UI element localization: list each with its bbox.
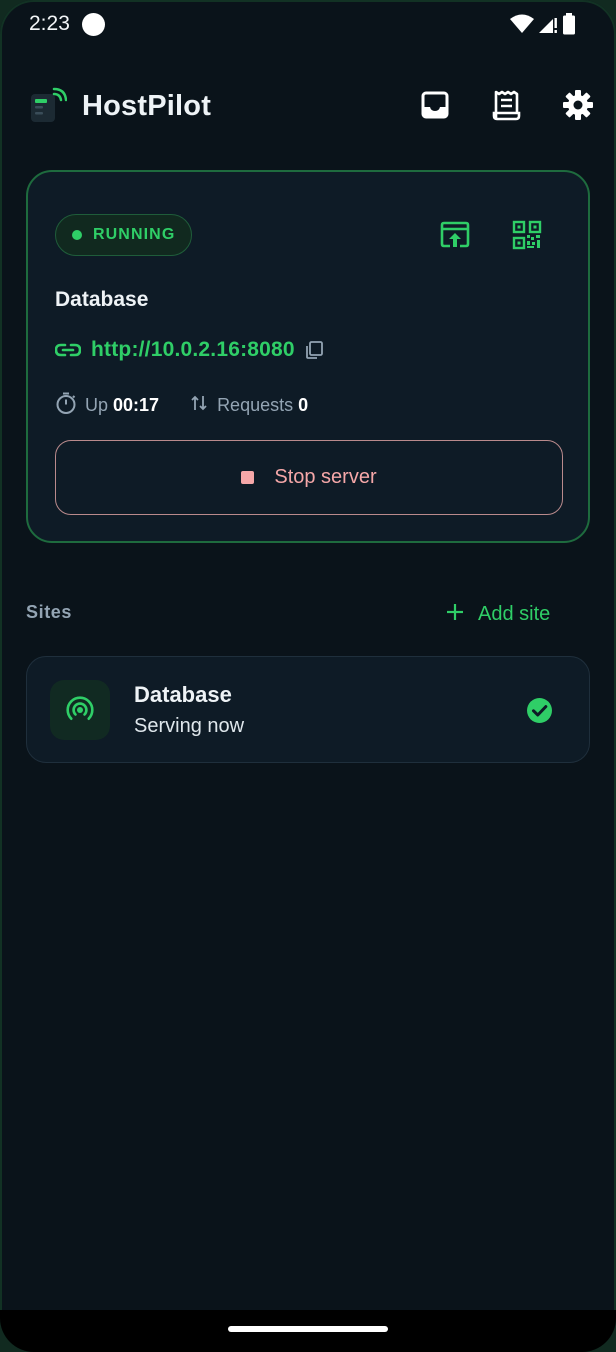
status-icons <box>510 13 576 35</box>
inbox-icon <box>421 91 449 119</box>
server-site-name: Database <box>55 288 149 311</box>
settings-button[interactable] <box>561 88 595 122</box>
server-stats: Up 00:17 Requests 0 <box>55 391 308 419</box>
stop-icon <box>241 471 255 484</box>
server-url-row: http://10.0.2.16:8080 <box>55 334 323 366</box>
uptime-label: Up <box>85 394 109 415</box>
open-in-browser-button[interactable] <box>438 218 472 252</box>
open-in-browser-icon <box>440 221 470 248</box>
sites-section-header: Sites <box>26 602 73 622</box>
stop-server-label: Stop server <box>274 466 377 488</box>
swap-vert-icon <box>189 393 209 418</box>
site-icon-container <box>50 680 110 740</box>
inbox-button[interactable] <box>418 88 452 122</box>
server-url-link[interactable]: http://10.0.2.16:8080 <box>91 338 295 362</box>
site-item-subtitle: Serving now <box>134 715 245 737</box>
uptime-stat: Up 00:17 <box>55 392 159 419</box>
cell-signal-icon <box>538 14 558 34</box>
uptime-value: 00:17 <box>113 394 160 415</box>
stop-server-button[interactable]: Stop server <box>55 440 563 515</box>
site-item-title: Database <box>134 682 232 707</box>
status-bar: 2:23 <box>0 0 616 52</box>
timer-icon <box>55 392 77 419</box>
wifi-icon <box>510 14 534 34</box>
battery-icon <box>562 13 576 35</box>
check-circle-icon <box>526 697 553 724</box>
status-dot-icon <box>72 230 82 240</box>
requests-value: 0 <box>298 394 309 415</box>
plus-icon <box>446 603 464 626</box>
receipt-icon <box>492 90 521 121</box>
site-list-item[interactable]: Database Serving now <box>26 656 590 763</box>
qr-code-button[interactable] <box>510 218 544 252</box>
qr-code-icon <box>512 220 542 250</box>
app-title: HostPilot <box>82 90 212 122</box>
system-nav-bar <box>0 1310 616 1352</box>
copy-url-button[interactable] <box>305 341 323 359</box>
broadcast-icon <box>66 696 94 720</box>
add-site-button[interactable]: Add site <box>446 596 550 632</box>
phone-screen: 2:23 HostPilot RUNNING Database http://1… <box>0 0 616 1352</box>
status-badge-label: RUNNING <box>93 226 176 243</box>
status-badge: RUNNING <box>55 214 192 256</box>
notification-dot-icon <box>82 13 105 36</box>
copy-icon <box>305 341 323 359</box>
server-card: RUNNING Database http://10.0.2.16:8080 U… <box>26 170 590 543</box>
add-site-label: Add site <box>478 602 551 625</box>
app-bar: HostPilot <box>0 78 616 134</box>
home-gesture-handle[interactable] <box>228 1326 388 1332</box>
gear-icon <box>563 90 593 120</box>
status-time: 2:23 <box>29 12 70 35</box>
requests-label: Requests <box>217 394 294 415</box>
app-logo-icon <box>27 86 68 126</box>
requests-stat: Requests 0 <box>189 393 308 418</box>
link-icon <box>55 343 81 357</box>
receipt-button[interactable] <box>490 88 524 122</box>
